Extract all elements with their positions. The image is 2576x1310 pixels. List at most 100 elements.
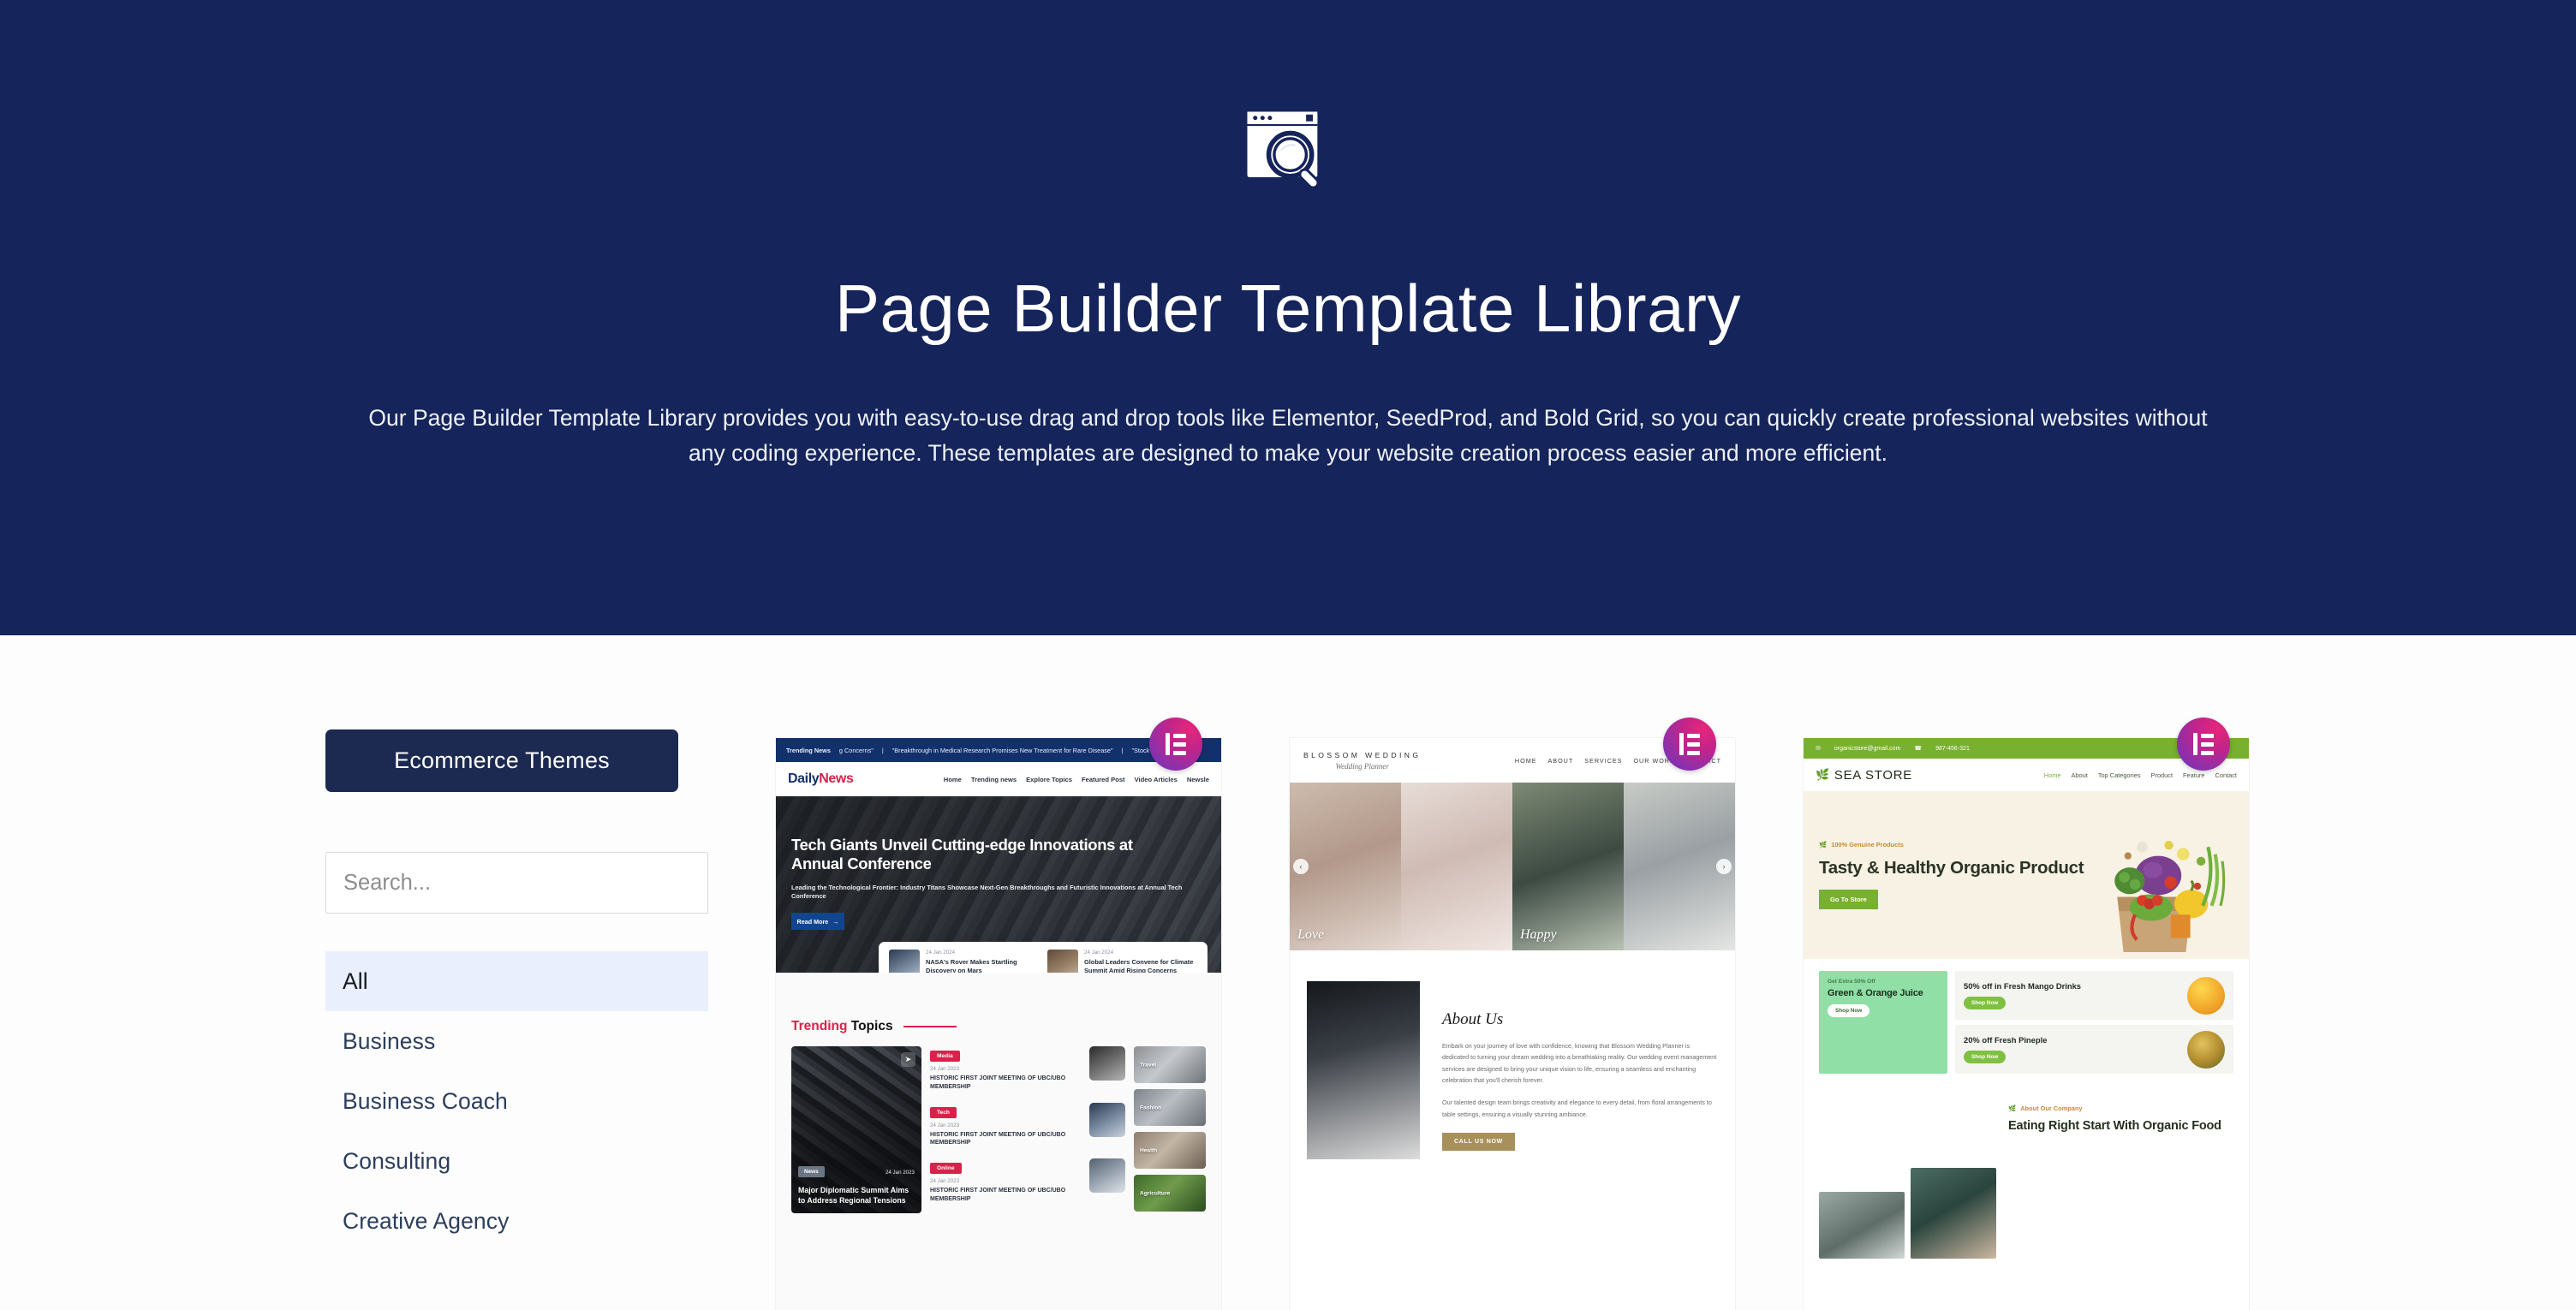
trending-section: Trending Topics ➤ News 24 Jan 2023 Major… xyxy=(776,973,1221,1310)
share-icon[interactable]: ➤ xyxy=(901,1052,915,1067)
date: 24 Jan 2023 xyxy=(885,1170,915,1176)
category-pill: Online xyxy=(930,1163,962,1175)
list-item[interactable]: Tech 24 Jan 2023 HISTORIC FIRST JOINT ME… xyxy=(930,1102,1125,1148)
elementor-icon xyxy=(1663,718,1716,771)
promo-juice[interactable]: Get Extra 50% Off Green & Orange Juice S… xyxy=(1819,971,1947,1074)
arrow-right-icon: → xyxy=(832,917,839,926)
search-input[interactable] xyxy=(325,852,708,914)
hero-kicker: 🌿 100% Genuine Products xyxy=(1819,840,1904,849)
promo-title: Green & Orange Juice xyxy=(1828,988,1923,998)
nav-link: Explore Topics xyxy=(1026,775,1072,783)
date: 24 Jan 2024 xyxy=(926,950,956,956)
ecommerce-themes-button[interactable]: Ecommerce Themes xyxy=(325,729,678,792)
nav-link: Top Categories xyxy=(2097,771,2141,779)
read-more-button[interactable]: Read More → xyxy=(791,913,844,931)
gallery-caption: Love xyxy=(1297,927,1325,942)
promo-title: 50% off in Fresh Mango Drinks xyxy=(1964,980,2081,991)
nav-link: Featured Post xyxy=(1081,775,1125,783)
leaf-icon: 🌿 xyxy=(2008,1105,2017,1112)
title: NASA's Rover Makes Startling Discovery o… xyxy=(926,958,1017,973)
gallery-caption: Happy xyxy=(1520,927,1557,942)
list-item[interactable]: 24 Jan 2024 Global Leaders Convene for C… xyxy=(1047,950,1197,973)
shop-now-button[interactable]: Shop Now xyxy=(1964,1051,2007,1064)
category-list: All Business Business Coach Consulting C… xyxy=(325,951,708,1251)
prev-arrow-icon[interactable]: ‹ xyxy=(1293,859,1309,874)
list-item[interactable]: 24 Jan 2024 NASA's Rover Makes Startling… xyxy=(889,950,1039,973)
pineapple-icon xyxy=(2187,1030,2225,1069)
template-preview-sea-store: ✉ organicstore@gmail.com ☎ 987-456-321 🌿… xyxy=(1804,738,2249,1310)
category-tile[interactable]: Fashion xyxy=(1134,1089,1206,1126)
featured-cards: 24 Jan 2024 NASA's Rover Makes Startling… xyxy=(879,942,1208,973)
template-preview-blossom-wedding: BLOSSOM WEDDING Wedding Planner HOME ABO… xyxy=(1290,738,1735,1310)
list-item[interactable]: Online 24 Jan 2023 HISTORIC FIRST JOINT … xyxy=(930,1158,1125,1204)
category-tile[interactable]: Travel xyxy=(1134,1046,1206,1083)
sidebar-item-business-coach[interactable]: Business Coach xyxy=(325,1071,708,1131)
featured-post[interactable]: ➤ News 24 Jan 2023 Major Diplomatic Summ… xyxy=(791,1046,921,1213)
hero-banner-sea-store: 🌿 100% Genuine Products Tasty & Healthy … xyxy=(1804,791,2249,959)
about-paragraph: Embark on your journey of love with conf… xyxy=(1442,1042,1717,1084)
photo-gallery: ‹ Love Happy › xyxy=(1290,783,1735,950)
sidebar-item-creative-agency[interactable]: Creative Agency xyxy=(325,1191,708,1251)
hero-description: Our Page Builder Template Library provid… xyxy=(368,404,2208,466)
page-title: Page Builder Template Library xyxy=(835,271,1741,346)
about-photo xyxy=(1819,1192,1905,1259)
template-grid: Trending News g Concerns" | "Breakthroug… xyxy=(776,718,2249,1310)
hero-heading: Tasty & Healthy Organic Product xyxy=(1819,857,2084,878)
thumbnail xyxy=(1047,950,1078,973)
sidebar-item-business[interactable]: Business xyxy=(325,1011,708,1071)
about-photos xyxy=(1819,1096,1999,1259)
post-title: HISTORIC FIRST JOINT MEETING OF UBC/UBO … xyxy=(930,1188,1066,1202)
about-section-sea-store: 🌿 About Our Company Eating Right Start W… xyxy=(1804,1087,2249,1259)
hero-heading: Tech Giants Unveil Cutting-edge Innovati… xyxy=(791,836,1133,873)
nav-link: Video Articles xyxy=(1134,775,1178,783)
nav-link: About xyxy=(2071,771,2088,779)
sidebar-item-consulting[interactable]: Consulting xyxy=(325,1131,708,1191)
site-nav-sea-store: 🌿 SEA STORE Home About Top Categories Pr… xyxy=(1804,759,2249,791)
filter-sidebar: Ecommerce Themes All Business Business C… xyxy=(325,729,726,1310)
category-pill: Tech xyxy=(930,1106,957,1118)
sidebar-item-all[interactable]: All xyxy=(325,951,708,1011)
call-us-now-button[interactable]: CALL US NOW xyxy=(1442,1132,1515,1151)
hero-section: Page Builder Template Library Our Page B… xyxy=(0,0,2576,635)
next-arrow-icon[interactable]: › xyxy=(1716,859,1732,874)
template-card-blossom-wedding[interactable]: BLOSSOM WEDDING Wedding Planner HOME ABO… xyxy=(1290,718,1735,1310)
sea-store-logo: 🌿 SEA STORE xyxy=(1816,767,1912,783)
nav-link: SERVICES xyxy=(1584,756,1623,765)
template-preview-dailynews: Trending News g Concerns" | "Breakthroug… xyxy=(776,738,1221,1310)
category-tile[interactable]: Health xyxy=(1134,1132,1206,1169)
nav-link: Contact xyxy=(2215,771,2237,779)
bride-photo xyxy=(1307,981,1420,1159)
promo-pineapple[interactable]: 20% off Fresh Pineple Shop Now xyxy=(1955,1025,2233,1074)
template-card-sea-store[interactable]: ✉ organicstore@gmail.com ☎ 987-456-321 🌿… xyxy=(1804,718,2249,1310)
list-item[interactable]: Media 24 Jan 2023 HISTORIC FIRST JOINT M… xyxy=(930,1046,1125,1092)
email-icon: ✉ xyxy=(1816,746,1821,752)
section-title: Trending Topics xyxy=(791,1019,893,1033)
promo-mango[interactable]: 50% off in Fresh Mango Drinks Shop Now xyxy=(1955,971,2233,1020)
nav-link: Product xyxy=(2150,771,2174,779)
nav-link: HOME xyxy=(1514,756,1537,765)
shop-now-button[interactable]: Shop Now xyxy=(1828,1004,1870,1017)
promo-title: 20% off Fresh Pineple xyxy=(1964,1034,2048,1045)
thumbnail xyxy=(889,950,920,973)
contact-email: organicstore@gmail.com xyxy=(1834,745,1901,752)
dailynews-logo: DailyNews xyxy=(788,771,854,786)
contact-phone: 987-456-321 xyxy=(1935,745,1970,752)
about-heading: Eating Right Start With Organic Food xyxy=(2008,1119,2221,1133)
title: Global Leaders Convene for Climate Summi… xyxy=(1084,958,1194,973)
shop-now-button[interactable]: Shop Now xyxy=(1964,997,2007,1010)
template-card-dailynews[interactable]: Trending News g Concerns" | "Breakthroug… xyxy=(776,718,1221,1310)
go-to-store-button[interactable]: Go To Store xyxy=(1819,890,1878,910)
nav-links: Home About Top Categories Product Featur… xyxy=(2044,771,2237,779)
ticker-item: "Breakthrough in Medical Research Promis… xyxy=(891,746,1113,754)
nav-link: ABOUT xyxy=(1547,756,1574,765)
category-tile[interactable]: Agriculture xyxy=(1134,1175,1206,1212)
date: 24 Jan 2024 xyxy=(1084,950,1114,956)
post-title: HISTORIC FIRST JOINT MEETING OF UBC/UBO … xyxy=(930,1131,1066,1146)
site-nav-dailynews: DailyNews Home Trending news Explore Top… xyxy=(776,762,1221,796)
date: 24 Jan 2023 xyxy=(930,1178,960,1185)
hero-banner-dailynews: Tech Giants Unveil Cutting-edge Innovati… xyxy=(776,796,1221,973)
post-list: Media 24 Jan 2023 HISTORIC FIRST JOINT M… xyxy=(930,1046,1125,1213)
leaf-icon: 🌿 xyxy=(1819,840,1828,849)
thumbnail xyxy=(1089,1046,1125,1081)
divider xyxy=(903,1026,957,1027)
